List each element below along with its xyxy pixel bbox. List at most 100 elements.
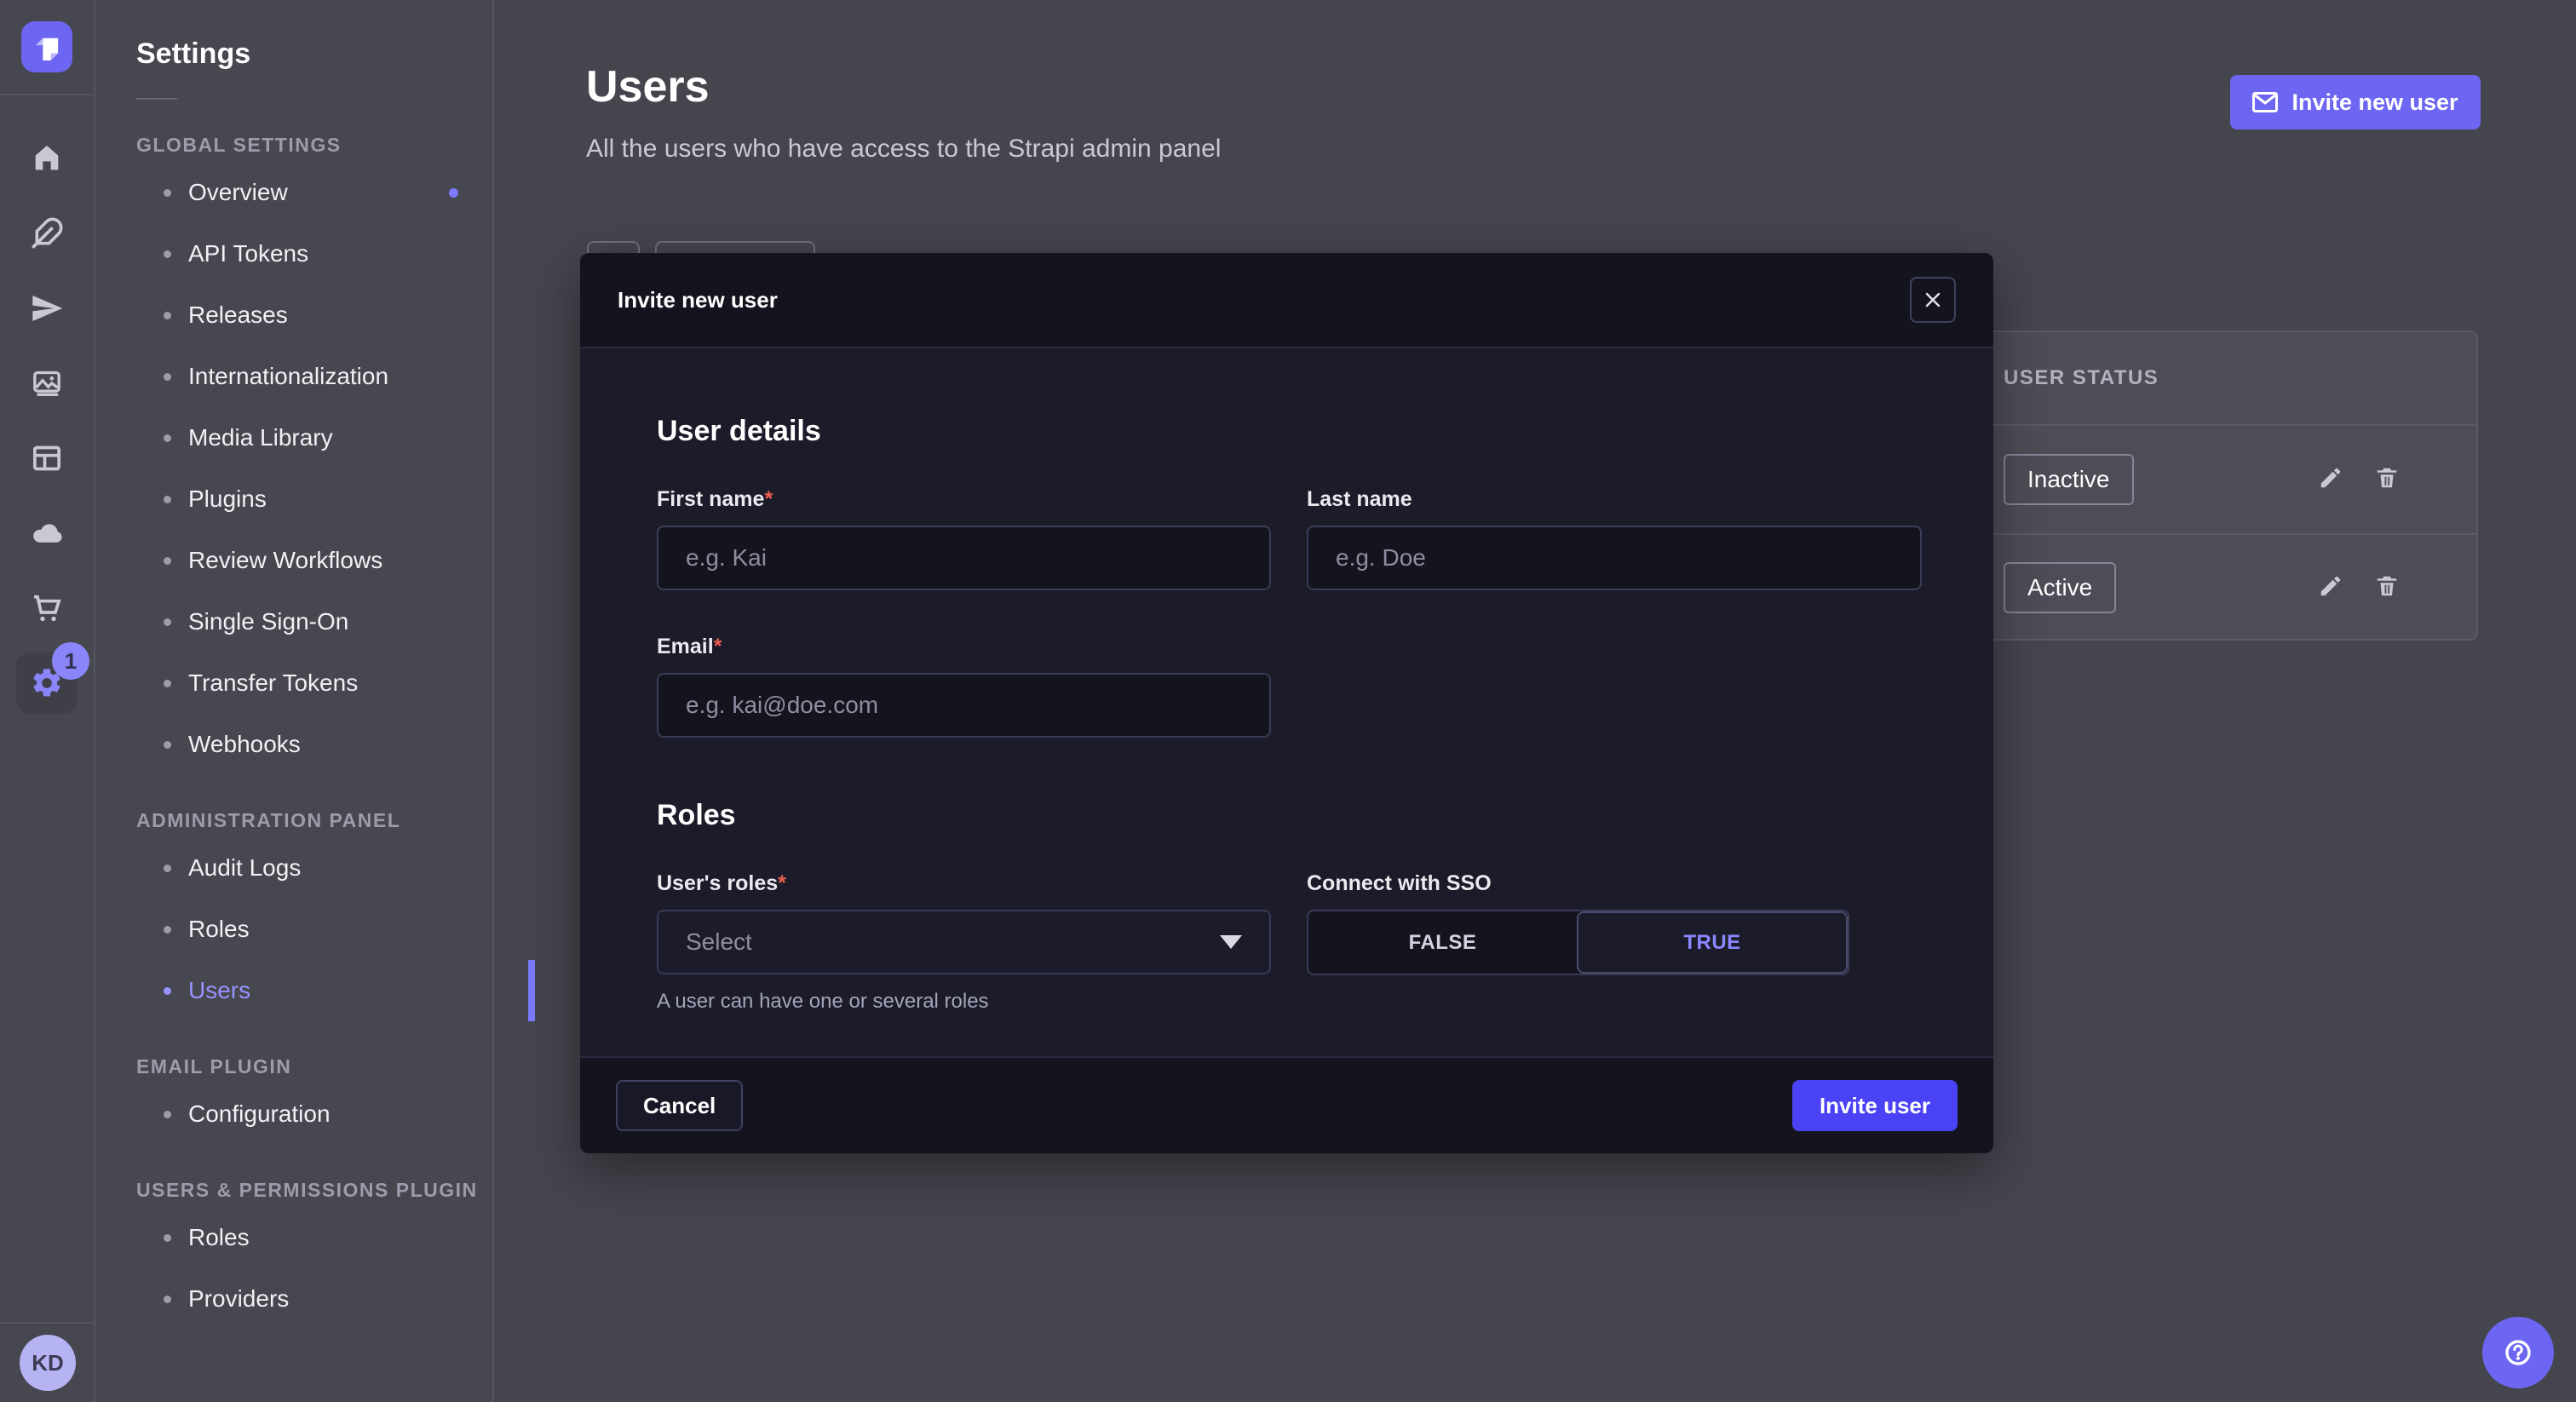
roles-hint: A user can have one or several roles — [657, 990, 1271, 1014]
cloud-icon — [30, 516, 64, 550]
settings-sidebar: Settings GLOBAL SETTINGS Overview API To… — [95, 0, 494, 1402]
sidebar-item-api-tokens[interactable]: API Tokens — [136, 223, 492, 284]
user-roles-field-group: User's roles* Select A user can have one… — [657, 871, 1271, 1014]
icon-rail: 1 KD — [0, 0, 95, 1402]
layout-icon — [30, 441, 64, 475]
section-users-permissions-plugin: USERS & PERMISSIONS PLUGIN — [136, 1179, 492, 1202]
sidebar-item-providers[interactable]: Providers — [136, 1268, 492, 1330]
bullet-icon — [164, 250, 171, 258]
settings-badge: 1 — [52, 642, 89, 680]
sidebar-item-media-library[interactable]: Media Library — [136, 407, 492, 468]
modal-footer: Cancel Invite user — [580, 1056, 1993, 1153]
section-email-plugin: EMAIL PLUGIN — [136, 1055, 492, 1078]
nav-home[interactable] — [16, 128, 78, 189]
bullet-icon — [164, 926, 171, 934]
user-details-heading: User details — [657, 415, 1917, 448]
sidebar-item-review-workflows[interactable]: Review Workflows — [136, 530, 492, 591]
required-asterisk: * — [714, 635, 722, 658]
edit-button[interactable] — [2318, 465, 2343, 495]
nav-releases[interactable] — [16, 278, 78, 339]
bullet-icon — [164, 618, 171, 626]
sidebar-item-configuration[interactable]: Configuration — [136, 1083, 492, 1145]
user-status-column-header: USER STATUS — [1961, 332, 2476, 426]
bullet-icon — [164, 312, 171, 319]
users-table-panel: USER STATUS Inactive Active — [1959, 330, 2478, 641]
nav-marketplace[interactable] — [16, 577, 78, 639]
cancel-button[interactable]: Cancel — [616, 1080, 743, 1131]
sidebar-item-releases[interactable]: Releases — [136, 284, 492, 346]
table-row: Inactive — [1961, 426, 2476, 533]
active-indicator — [528, 960, 535, 1021]
sso-false-option[interactable]: FALSE — [1308, 911, 1577, 974]
images-icon — [30, 366, 64, 400]
pencil-icon — [2318, 573, 2343, 599]
bullet-icon — [164, 434, 171, 442]
required-asterisk: * — [778, 871, 786, 895]
bullet-icon — [164, 680, 171, 687]
avatar[interactable]: KD — [20, 1335, 76, 1391]
select-value: Select — [686, 928, 752, 956]
logo-section — [0, 0, 94, 95]
sidebar-item-webhooks[interactable]: Webhooks — [136, 714, 492, 775]
section-administration-panel: ADMINISTRATION PANEL — [136, 809, 492, 832]
page-subtitle: All the users who have access to the Str… — [586, 135, 1221, 164]
delete-button[interactable] — [2374, 465, 2400, 495]
sso-true-option[interactable]: TRUE — [1577, 911, 1848, 974]
bullet-icon — [164, 373, 171, 381]
sso-toggle: FALSE TRUE — [1307, 910, 1849, 975]
sidebar-item-overview[interactable]: Overview — [136, 162, 492, 223]
first-name-field-group: First name* — [657, 487, 1271, 590]
nav-content-manager[interactable] — [16, 203, 78, 264]
first-name-input[interactable] — [657, 526, 1271, 590]
sso-field-group: Connect with SSO FALSE TRUE — [1307, 871, 1922, 1014]
required-asterisk: * — [764, 487, 773, 511]
modal-header: Invite new user — [580, 253, 1993, 348]
user-roles-select[interactable]: Select — [657, 910, 1271, 974]
nav-cloud[interactable] — [16, 503, 78, 564]
bullet-icon — [164, 1234, 171, 1242]
bullet-icon — [164, 741, 171, 749]
status-badge: Active — [2004, 562, 2116, 613]
pencil-icon — [2318, 465, 2343, 491]
help-button[interactable] — [2482, 1317, 2554, 1388]
first-name-label: First name* — [657, 487, 1271, 512]
sidebar-item-users[interactable]: Users — [136, 960, 492, 1021]
nav-content-type-builder[interactable] — [16, 428, 78, 489]
bullet-icon — [164, 496, 171, 503]
home-icon — [30, 141, 64, 175]
email-input[interactable] — [657, 673, 1271, 738]
cart-icon — [30, 591, 64, 625]
edit-button[interactable] — [2318, 573, 2343, 603]
page-title: Users — [586, 61, 710, 112]
envelope-icon — [2252, 92, 2278, 112]
close-button[interactable] — [1910, 277, 1956, 323]
email-label: Email* — [657, 635, 1271, 659]
sidebar-item-internationalization[interactable]: Internationalization — [136, 346, 492, 407]
sidebar-item-audit-logs[interactable]: Audit Logs — [136, 837, 492, 899]
paper-plane-icon — [30, 291, 64, 325]
strapi-logo[interactable] — [21, 21, 72, 72]
last-name-label: Last name — [1307, 487, 1922, 512]
sidebar-item-plugins[interactable]: Plugins — [136, 468, 492, 530]
email-field-group: Email* — [657, 635, 1271, 738]
delete-button[interactable] — [2374, 573, 2400, 603]
bullet-icon — [164, 189, 171, 197]
sidebar-item-single-sign-on[interactable]: Single Sign-On — [136, 591, 492, 652]
notification-dot-icon — [449, 188, 458, 198]
invite-user-submit-button[interactable]: Invite user — [1792, 1080, 1958, 1131]
bullet-icon — [164, 987, 171, 995]
last-name-input[interactable] — [1307, 526, 1922, 590]
sidebar-item-admin-roles[interactable]: Roles — [136, 899, 492, 960]
bullet-icon — [164, 865, 171, 872]
sidebar-item-up-roles[interactable]: Roles — [136, 1207, 492, 1268]
roles-heading: Roles — [657, 799, 1917, 832]
modal-title: Invite new user — [618, 287, 778, 313]
sidebar-item-transfer-tokens[interactable]: Transfer Tokens — [136, 652, 492, 714]
nav-media-library[interactable] — [16, 353, 78, 414]
chevron-down-icon — [1220, 935, 1242, 949]
question-mark-icon — [2501, 1336, 2535, 1370]
last-name-field-group: Last name — [1307, 487, 1922, 590]
table-row: Active — [1961, 533, 2476, 641]
nav-settings[interactable]: 1 — [16, 652, 78, 714]
invite-new-user-button[interactable]: Invite new user — [2230, 75, 2481, 129]
